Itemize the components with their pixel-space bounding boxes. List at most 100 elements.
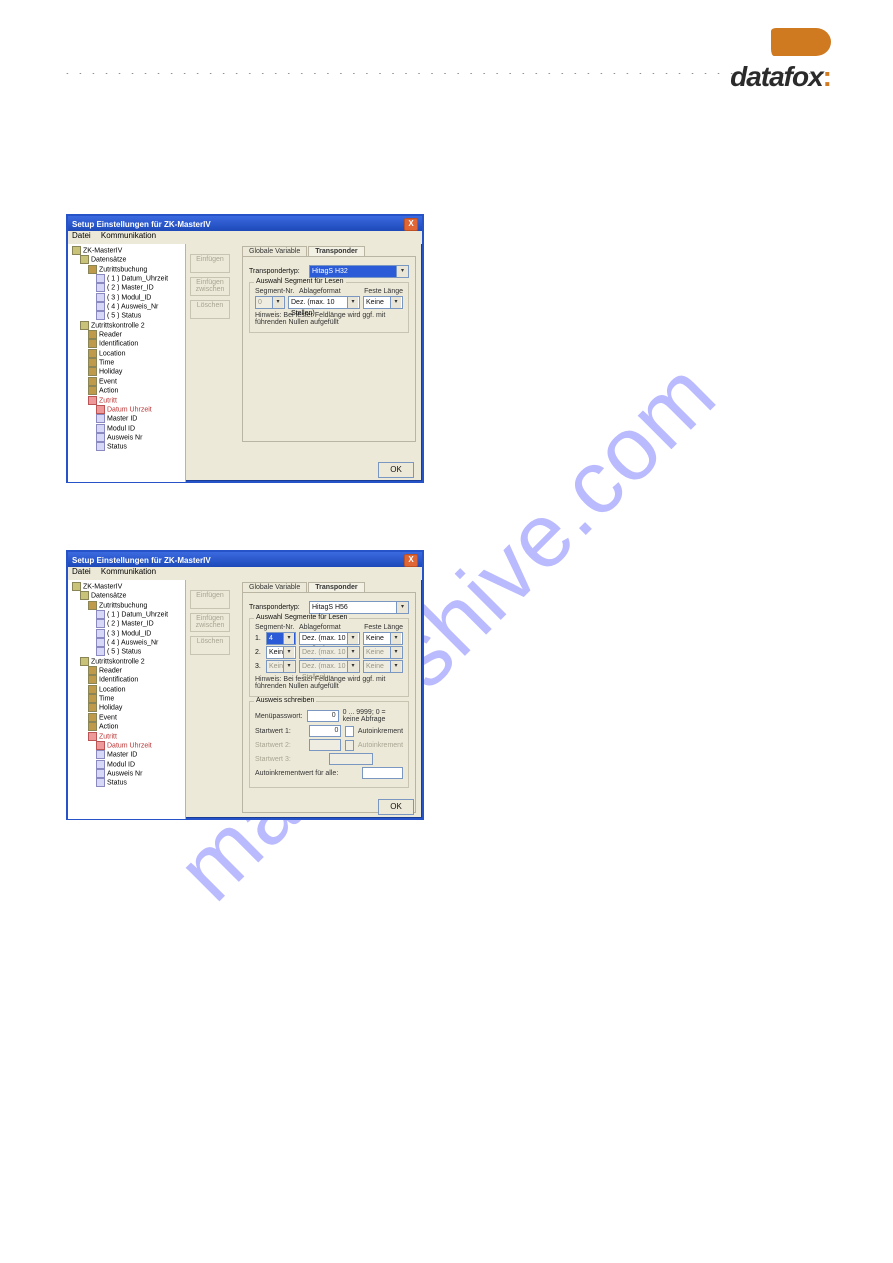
chevron-down-icon[interactable]: ▾	[396, 266, 408, 277]
sv1-label: Startwert 1:	[255, 728, 305, 735]
tree-event[interactable]: Event	[99, 378, 117, 385]
tree-view[interactable]: ZK-MasterIV Datensätze Zutrittsbuchung (…	[68, 580, 186, 819]
delete-button: Löschen	[190, 300, 230, 319]
transpondertyp-select[interactable]: HitagS H56 ▾	[309, 601, 409, 614]
transpondertyp-select[interactable]: HitagS H32 ▾	[309, 265, 409, 278]
tree-f2[interactable]: ( 2 ) Master_ID	[107, 621, 154, 628]
tree-f5[interactable]: ( 5 ) Status	[107, 649, 141, 656]
autoinc-label: Autoinkrement	[358, 728, 403, 735]
sv2-field	[309, 739, 342, 751]
read-segments-group: Auswahl Segmente für Lesen Segment-Nr. A…	[249, 618, 409, 697]
tree-datensaetze[interactable]: Datensätze	[91, 593, 126, 600]
tree-root[interactable]: ZK-MasterIV	[83, 247, 122, 254]
close-button[interactable]: X	[404, 218, 418, 231]
row-3-label: 3.	[255, 663, 263, 670]
read-segment-group: Auswahl Segment für Lesen Segment-Nr. Ab…	[249, 282, 409, 333]
menupw-hint: 0 ... 9999; 0 = keine Abfrage	[343, 709, 403, 723]
menupw-label: Menüpasswort:	[255, 713, 303, 720]
tree-action[interactable]: Action	[99, 388, 118, 395]
hdr-festelaenge: Feste Länge	[353, 624, 403, 631]
tree-status[interactable]: Status	[107, 780, 127, 787]
menupw-field[interactable]: 0	[307, 710, 339, 722]
sv2-label: Startwert 2:	[255, 742, 305, 749]
tree-view[interactable]: ZK-MasterIV Datensätze Zutrittsbuchung (…	[68, 244, 186, 482]
tree-status[interactable]: Status	[107, 444, 127, 451]
tree-identification[interactable]: Identification	[99, 341, 138, 348]
tree-zutrittsbuchung[interactable]: Zutrittsbuchung	[99, 266, 147, 273]
seg3-format: Dez. (max. 10 Stellen)	[299, 660, 360, 673]
tree-zutritt[interactable]: Zutritt	[99, 733, 117, 740]
tree-holiday[interactable]: Holiday	[99, 705, 122, 712]
menu-datei[interactable]: Datei	[72, 231, 91, 240]
tree-awnr[interactable]: Ausweis Nr	[107, 770, 142, 777]
tree-mid[interactable]: Master ID	[107, 416, 137, 423]
tree-awnr[interactable]: Ausweis Nr	[107, 434, 142, 441]
tree-du[interactable]: Datum Uhrzeit	[107, 406, 152, 413]
tab-globale[interactable]: Globale Variable	[242, 582, 307, 592]
tab-globale[interactable]: Globale Variable	[242, 246, 307, 256]
tree-du[interactable]: Datum Uhrzeit	[107, 742, 152, 749]
sv1-autoinc-checkbox[interactable]	[345, 726, 353, 737]
tree-moid[interactable]: Modul ID	[107, 425, 135, 432]
tree-zutrittsbuchung[interactable]: Zutrittsbuchung	[99, 602, 147, 609]
fixedlen-select[interactable]: Keine	[363, 296, 403, 309]
hdr-festelaenge: Feste Länge	[353, 288, 403, 295]
tree-location[interactable]: Location	[99, 350, 125, 357]
insert-between-button: Einfügen zwischen	[190, 613, 230, 632]
ok-button[interactable]: OK	[378, 799, 414, 815]
seg1-nr[interactable]: 4	[266, 632, 296, 645]
tree-datensaetze[interactable]: Datensätze	[91, 257, 126, 264]
tree-f2[interactable]: ( 2 ) Master_ID	[107, 285, 154, 292]
tree-f1[interactable]: ( 1 ) Datum_Uhrzeit	[107, 275, 168, 282]
close-button[interactable]: X	[404, 554, 418, 567]
tree-time[interactable]: Time	[99, 359, 114, 366]
tree-f3[interactable]: ( 3 ) Modul_ID	[107, 630, 151, 637]
seg3-nr: Kein	[266, 660, 296, 673]
hdr-ablageformat: Ablageformat	[299, 288, 353, 295]
tree-location[interactable]: Location	[99, 686, 125, 693]
tree-root[interactable]: ZK-MasterIV	[83, 583, 122, 590]
tree-f3[interactable]: ( 3 ) Modul_ID	[107, 294, 151, 301]
write-group: Ausweis schreiben Menüpasswort: 0 0 ... …	[249, 701, 409, 788]
hdr-ablageformat: Ablageformat	[299, 624, 353, 631]
tab-bar: Globale Variable Transponder	[242, 582, 416, 592]
delete-button: Löschen	[190, 636, 230, 655]
tree-reader[interactable]: Reader	[99, 667, 122, 674]
fox-icon	[771, 28, 831, 56]
tree-f4[interactable]: ( 4 ) Ausweis_Nr	[107, 303, 158, 310]
tree-f5[interactable]: ( 5 ) Status	[107, 313, 141, 320]
segnr-select: 0	[255, 296, 285, 309]
tree-zutritt[interactable]: Zutritt	[99, 397, 117, 404]
sv1-field[interactable]: 0	[309, 725, 342, 737]
tree-holiday[interactable]: Holiday	[99, 369, 122, 376]
format-select[interactable]: Dez. (max. 10 Stellen)	[288, 296, 360, 309]
menu-datei[interactable]: Datei	[72, 567, 91, 576]
tree-moid[interactable]: Modul ID	[107, 761, 135, 768]
seg1-len[interactable]: Keine	[363, 632, 403, 645]
insert-between-button: Einfügen zwischen	[190, 277, 230, 296]
seg2-nr[interactable]: Kein	[266, 646, 296, 659]
tree-zk2[interactable]: Zutrittskontrolle 2	[91, 658, 145, 665]
tree-time[interactable]: Time	[99, 695, 114, 702]
tree-f1[interactable]: ( 1 ) Datum_Uhrzeit	[107, 611, 168, 618]
tree-reader[interactable]: Reader	[99, 331, 122, 338]
tree-identification[interactable]: Identification	[99, 677, 138, 684]
autoincall-field[interactable]	[362, 767, 403, 779]
ok-button[interactable]: OK	[378, 462, 414, 478]
title-text: Setup Einstellungen für ZK-MasterIV	[72, 220, 211, 229]
menu-kommunikation[interactable]: Kommunikation	[101, 567, 156, 576]
tree-mid[interactable]: Master ID	[107, 752, 137, 759]
transpondertyp-value: HitagS H56	[312, 604, 348, 611]
page: • • • • • • • • • • • • • • • • • • • • …	[0, 0, 893, 1263]
menu-kommunikation[interactable]: Kommunikation	[101, 231, 156, 240]
tree-action[interactable]: Action	[99, 724, 118, 731]
tree-event[interactable]: Event	[99, 714, 117, 721]
tree-f4[interactable]: ( 4 ) Ausweis_Nr	[107, 639, 158, 646]
tree-zk2[interactable]: Zutrittskontrolle 2	[91, 322, 145, 329]
chevron-down-icon[interactable]: ▾	[396, 602, 408, 613]
tab-transponder[interactable]: Transponder	[308, 582, 364, 592]
datafox-logo: datafox:	[661, 28, 831, 88]
seg1-format[interactable]: Dez. (max. 10 Stellen)	[299, 632, 360, 645]
title-text: Setup Einstellungen für ZK-MasterIV	[72, 556, 211, 565]
tab-transponder[interactable]: Transponder	[308, 246, 364, 256]
